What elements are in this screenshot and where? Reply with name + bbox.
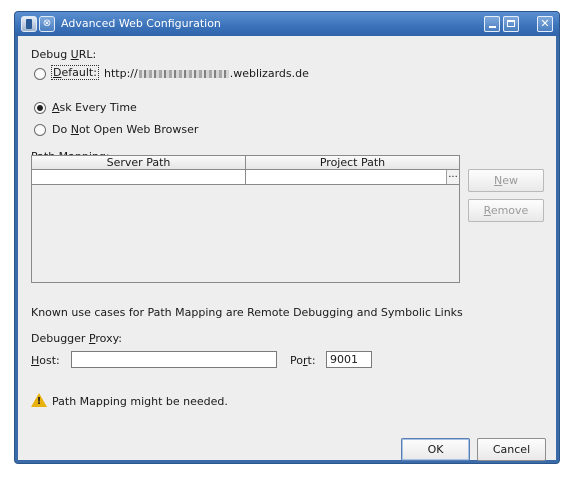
debug-url-label: Debug URL: bbox=[31, 48, 97, 61]
blurred-host bbox=[138, 70, 229, 78]
app-icon bbox=[21, 16, 37, 32]
close-icon[interactable]: ✕ bbox=[537, 16, 553, 32]
cancel-button[interactable]: Cancel bbox=[477, 438, 546, 461]
info-text: Known use cases for Path Mapping are Rem… bbox=[31, 306, 463, 319]
radio-default-label[interactable]: Default: bbox=[51, 65, 99, 80]
dialog-window: ⊗ Advanced Web Configuration ✕ Debug URL… bbox=[15, 12, 559, 463]
warning-exclamation: ! bbox=[36, 396, 42, 407]
host-input[interactable] bbox=[71, 351, 277, 368]
warning-text: Path Mapping might be needed. bbox=[52, 395, 228, 408]
window-menu-icon[interactable]: ⊗ bbox=[39, 16, 55, 32]
path-mapping-table[interactable]: Server Path Project Path ... bbox=[31, 155, 460, 283]
remove-button[interactable]: Remove bbox=[468, 199, 544, 222]
browse-button[interactable]: ... bbox=[446, 170, 459, 184]
radio-ask-every-time-label[interactable]: Ask Every Time bbox=[52, 101, 137, 114]
ok-button[interactable]: OK bbox=[401, 438, 470, 461]
new-button[interactable]: New bbox=[468, 169, 544, 192]
radio-default[interactable] bbox=[34, 68, 46, 80]
column-header-project-path[interactable]: Project Path bbox=[246, 156, 460, 170]
column-header-server-path[interactable]: Server Path bbox=[32, 156, 246, 170]
dialog-content: Debug URL: Default: http://.weblizards.d… bbox=[18, 36, 556, 461]
project-path-cell[interactable]: ... bbox=[246, 170, 460, 185]
server-path-cell[interactable] bbox=[32, 170, 246, 185]
minimize-icon[interactable] bbox=[484, 16, 500, 32]
window-title: Advanced Web Configuration bbox=[61, 17, 221, 30]
radio-do-not-open-label[interactable]: Do Not Open Web Browser bbox=[52, 123, 198, 136]
title-bar[interactable]: ⊗ Advanced Web Configuration ✕ bbox=[15, 12, 559, 36]
maximize-icon[interactable] bbox=[503, 16, 519, 32]
radio-do-not-open[interactable] bbox=[34, 124, 46, 136]
default-url: http://.weblizards.de bbox=[104, 67, 309, 80]
host-label: Host: bbox=[31, 354, 60, 367]
radio-ask-every-time[interactable] bbox=[34, 102, 46, 114]
debugger-proxy-label: Debugger Proxy: bbox=[31, 332, 123, 345]
port-input[interactable]: 9001 bbox=[326, 351, 372, 368]
port-label: Port: bbox=[290, 354, 316, 367]
